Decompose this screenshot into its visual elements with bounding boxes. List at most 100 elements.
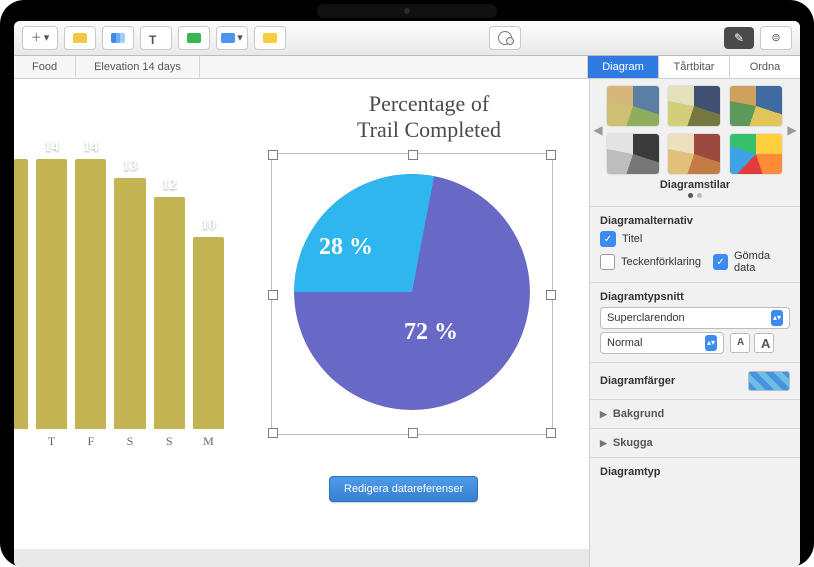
chart-style-4[interactable] xyxy=(606,133,660,175)
format-inspector: ◀ ▶ Diagramstilar Diagramalternativ xyxy=(589,79,800,567)
tab-diagram[interactable]: Diagram xyxy=(587,56,658,78)
chart-style-3[interactable] xyxy=(729,85,783,127)
bar: 12 xyxy=(154,197,185,429)
bar-chart[interactable]: 14 14 13 12 10 T F S S M xyxy=(14,159,224,504)
sheet-tab-food[interactable]: Food xyxy=(14,56,76,78)
legend-checkbox-label: Teckenförklaring xyxy=(621,256,701,268)
resize-handle[interactable] xyxy=(408,428,418,438)
background-disclosure[interactable]: ▶ Bakgrund xyxy=(600,408,790,420)
dropdown-caret-icon: ▴▾ xyxy=(705,335,717,351)
font-size-decrease-button[interactable]: A xyxy=(730,333,750,353)
toolbar: ＋▾ T ▾ ✎ xyxy=(14,21,800,56)
table-icon xyxy=(73,33,87,43)
shape-icon xyxy=(187,33,201,43)
resize-handle[interactable] xyxy=(546,290,556,300)
disclosure-triangle-icon: ▶ xyxy=(600,438,607,449)
legend-checkbox[interactable] xyxy=(600,254,615,270)
app-window: ＋▾ T ▾ ✎ xyxy=(14,21,800,567)
bar: 10 xyxy=(193,237,224,429)
chart-styles-label: Diagramstilar xyxy=(590,179,800,191)
bar-x-label: S xyxy=(114,435,145,447)
insert-chart-button[interactable] xyxy=(103,27,133,49)
chart-colors-picker[interactable] xyxy=(748,371,790,391)
chart-style-6[interactable] xyxy=(729,133,783,175)
next-styles-button[interactable]: ▶ xyxy=(786,123,798,137)
style-page-dots[interactable] xyxy=(590,193,800,198)
device-frame: ＋▾ T ▾ ✎ xyxy=(0,0,814,567)
resize-handle[interactable] xyxy=(546,428,556,438)
spreadsheet-canvas[interactable]: 14 14 13 12 10 T F S S M xyxy=(14,79,589,567)
font-family-select[interactable]: Superclarendon ▴▾ xyxy=(600,307,790,329)
resize-handle[interactable] xyxy=(268,290,278,300)
chart-style-2[interactable] xyxy=(667,85,721,127)
bar-value: 13 xyxy=(123,158,138,175)
tab-wedges[interactable]: Tårtbitar xyxy=(658,56,729,78)
chart-type-heading: Diagramtyp xyxy=(600,466,790,478)
edit-data-references-button[interactable]: Redigera datareferenser xyxy=(329,476,478,502)
pie-chart[interactable] xyxy=(294,174,530,410)
bar-x-label: M xyxy=(193,435,224,447)
note-icon xyxy=(263,33,277,43)
resize-handle[interactable] xyxy=(408,150,418,160)
chart-styles-carousel: ◀ ▶ xyxy=(590,79,800,181)
paintbrush-icon: ✎ xyxy=(734,31,744,45)
camera xyxy=(404,8,410,14)
sheet-tab-bar: Food Elevation 14 days Diagram Tårtbitar… xyxy=(14,56,800,79)
bar-value: 14 xyxy=(44,139,59,156)
sheet-tab-elevation[interactable]: Elevation 14 days xyxy=(76,56,200,78)
title-checkbox[interactable]: ✓ xyxy=(600,231,616,247)
chart-font-heading: Diagramtypsnitt xyxy=(600,291,790,303)
bar-value: 10 xyxy=(201,217,216,234)
shadow-disclosure[interactable]: ▶ Skugga xyxy=(600,437,790,449)
chevron-down-icon: ▾ xyxy=(44,33,50,44)
prev-styles-button[interactable]: ◀ xyxy=(592,123,604,137)
resize-handle[interactable] xyxy=(268,428,278,438)
pie-label-major: 72 % xyxy=(404,319,458,346)
font-style-select[interactable]: Normal ▴▾ xyxy=(600,332,724,354)
chart-icon xyxy=(111,33,125,43)
bar: 14 xyxy=(36,159,67,429)
dropdown-caret-icon: ▴▾ xyxy=(771,310,783,326)
insert-menu-button[interactable]: ＋▾ xyxy=(22,26,58,50)
organize-panel-button[interactable]: ⊜ xyxy=(761,27,791,49)
hidden-data-checkbox[interactable]: ✓ xyxy=(713,254,728,270)
chevron-down-icon: ▾ xyxy=(237,33,243,44)
pie-label-minor: 28 % xyxy=(319,234,373,261)
main-content: 14 14 13 12 10 T F S S M xyxy=(14,79,800,567)
disclosure-triangle-icon: ▶ xyxy=(600,409,607,420)
plus-icon: ＋ xyxy=(31,33,42,44)
resize-handle[interactable] xyxy=(546,150,556,160)
pie-slice-minor[interactable] xyxy=(294,174,530,410)
font-size-increase-button[interactable]: A xyxy=(754,333,774,353)
bar-value: 14 xyxy=(83,139,98,156)
insert-comment-button[interactable] xyxy=(255,27,285,49)
collaborate-icon xyxy=(498,31,512,45)
bar-x-label: T xyxy=(36,435,67,447)
bar-x-label: F xyxy=(75,435,106,447)
chart-style-5[interactable] xyxy=(667,133,721,175)
title-checkbox-label: Titel xyxy=(622,233,642,245)
resize-handle[interactable] xyxy=(268,150,278,160)
font-family-value: Superclarendon xyxy=(607,312,685,324)
chart-style-1[interactable] xyxy=(606,85,660,127)
bar-value: 12 xyxy=(162,177,177,194)
bar xyxy=(14,159,28,429)
text-icon: T xyxy=(149,33,163,43)
hidden-data-checkbox-label: Gömda data xyxy=(734,250,790,274)
insert-text-button[interactable]: T xyxy=(141,27,171,49)
bar: 14 xyxy=(75,159,106,429)
insert-table-button[interactable] xyxy=(65,27,95,49)
bar: 13 xyxy=(114,178,145,429)
insert-shape-button[interactable] xyxy=(179,27,209,49)
filter-icon: ⊜ xyxy=(771,33,780,44)
media-icon xyxy=(221,33,235,43)
chart-title[interactable]: Percentage of Trail Completed xyxy=(314,91,544,143)
format-panel-button[interactable]: ✎ xyxy=(724,27,754,49)
font-style-value: Normal xyxy=(607,337,642,349)
chart-options-heading: Diagramalternativ xyxy=(600,215,790,227)
tab-arrange[interactable]: Ordna xyxy=(729,56,800,78)
insert-media-button[interactable]: ▾ xyxy=(217,27,247,49)
collaborate-button[interactable] xyxy=(490,27,520,49)
chart-colors-heading: Diagramfärger xyxy=(600,375,675,387)
bar-x-label: S xyxy=(154,435,185,447)
